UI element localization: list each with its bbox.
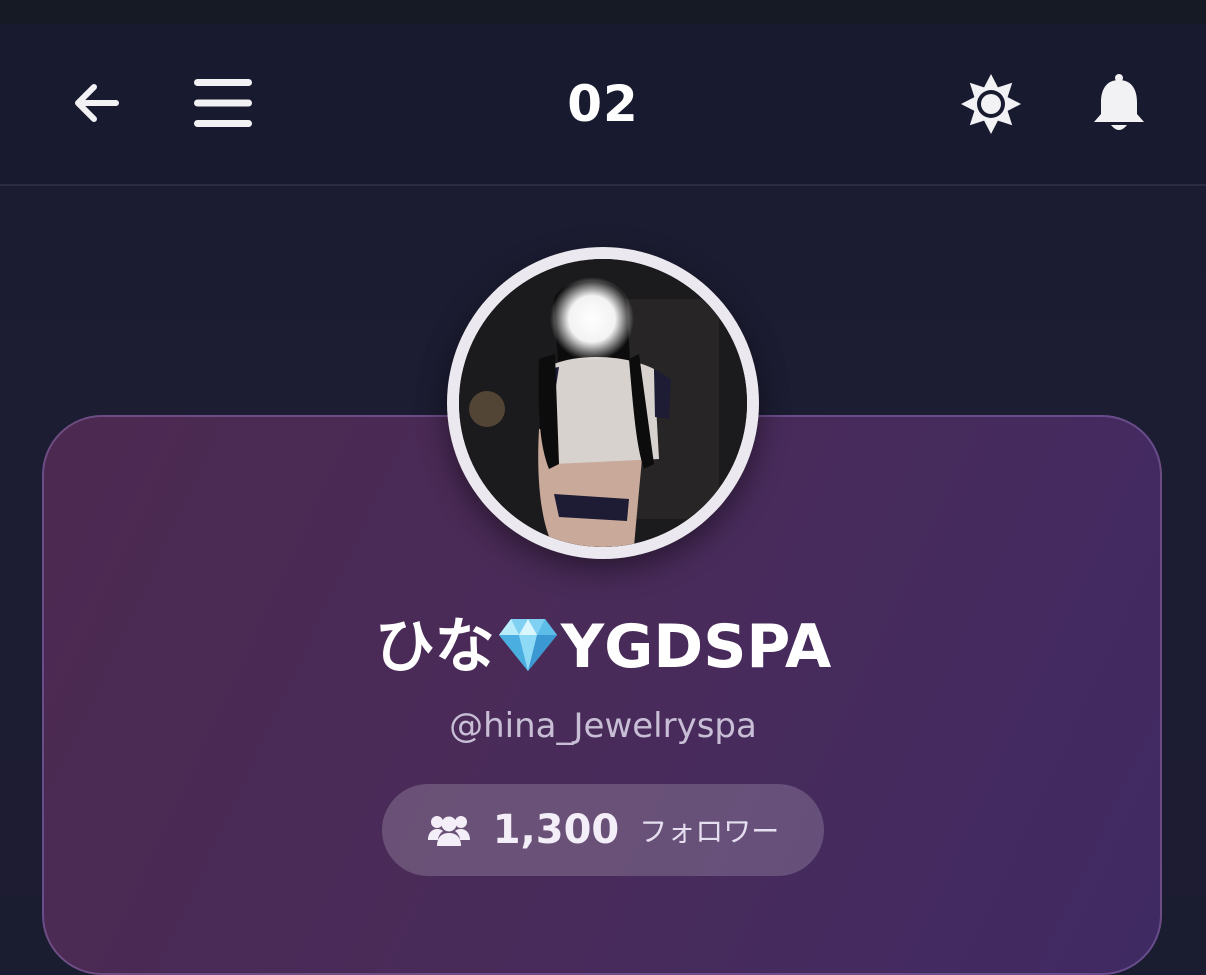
followers-count: 1,300 (492, 807, 620, 853)
menu-button[interactable] (186, 70, 260, 136)
sun-settings-icon (961, 74, 1021, 134)
followers-button[interactable]: 1,300 フォロワー (382, 784, 824, 876)
profile-handle: @hina_Jewelryspa (449, 706, 757, 746)
profile-name: ひな YGDSPA (0, 610, 1206, 684)
gem-icon (498, 619, 557, 671)
avatar-photo (459, 259, 747, 547)
status-strip (0, 0, 1206, 24)
top-bar: 02 (0, 24, 1206, 186)
bell-icon (1094, 74, 1144, 130)
settings-button[interactable] (952, 66, 1030, 142)
page-title: 02 (567, 75, 639, 133)
hamburger-menu-icon (194, 79, 252, 127)
arrow-left-icon (75, 84, 119, 122)
back-button[interactable] (62, 72, 128, 134)
profile-name-suffix: YGDSPA (560, 612, 832, 682)
followers-label: フォロワー (639, 815, 780, 848)
avatar[interactable] (447, 247, 759, 559)
notifications-button[interactable] (1084, 66, 1154, 142)
users-icon (427, 816, 470, 846)
profile-name-prefix: ひな (374, 612, 495, 682)
avatar-photo-art (459, 259, 747, 547)
